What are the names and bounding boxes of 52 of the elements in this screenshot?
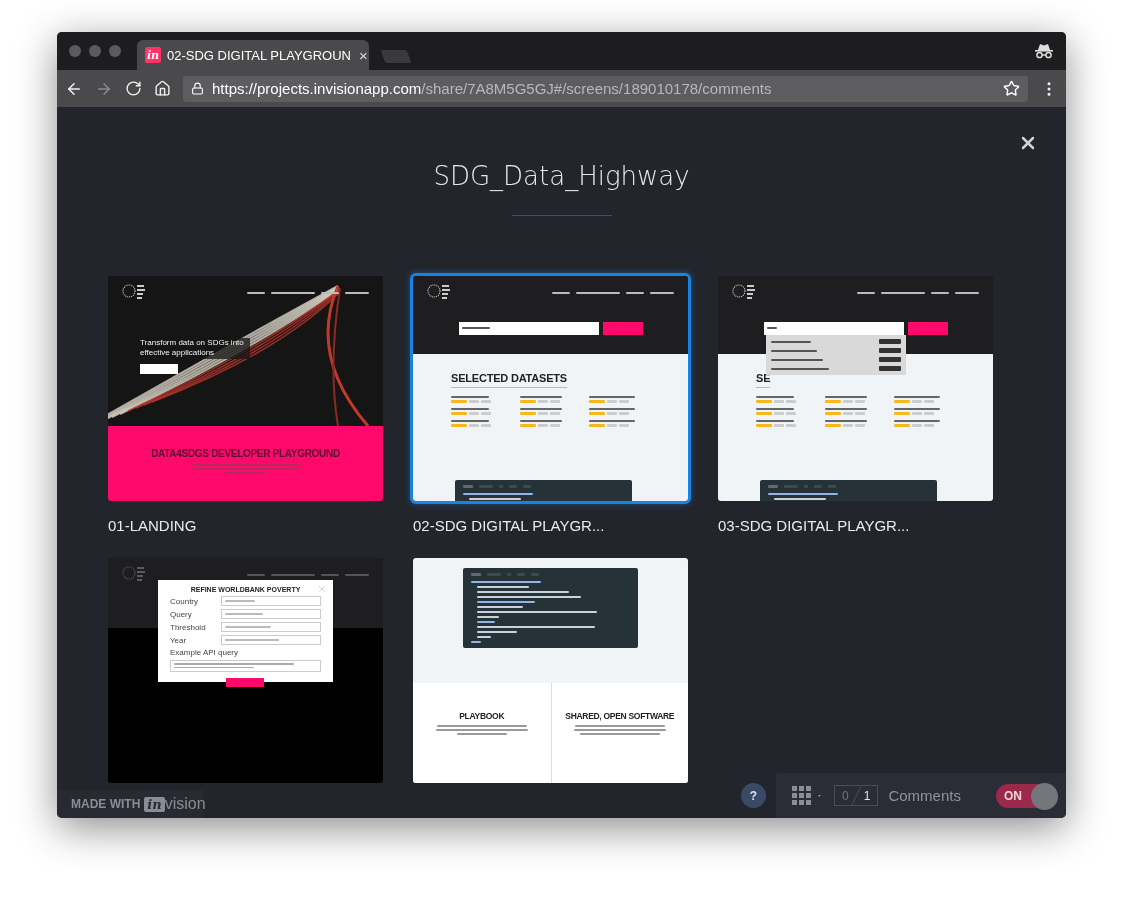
window-control[interactable] — [89, 45, 101, 57]
address-bar[interactable]: https://projects.invisionapp.com/share/7A8M5G5GJ#/screens/189010178/comments — [183, 75, 1028, 102]
project-title: SDG_Data_Highway — [433, 161, 690, 191]
lock-icon — [191, 82, 204, 95]
screen-label: 03-SDG DIGITAL PLAYGR... — [718, 517, 911, 534]
window-control[interactable] — [109, 45, 121, 57]
site-logo-icon — [732, 284, 756, 302]
comments-label: Comments — [888, 787, 961, 804]
input-field[interactable] — [221, 596, 321, 606]
site-logo-icon — [427, 284, 451, 302]
input-field[interactable] — [221, 635, 321, 645]
heading: DATA4SDGS DEVELOPER PLAYGROUND — [151, 448, 340, 459]
field-label: Year — [170, 635, 187, 645]
screen-label: 01-LANDING — [108, 517, 198, 534]
search-button[interactable] — [907, 322, 948, 335]
tab-title: 02-SDG DIGITAL PLAYGROUN — [167, 47, 351, 63]
tagline: Transform data on SDGs into effective applications — [140, 338, 250, 359]
search-button[interactable] — [602, 322, 643, 335]
field-label: Country — [170, 596, 198, 606]
comment-counter: 0 1 — [834, 785, 879, 806]
search-field[interactable] — [763, 322, 904, 335]
site-logo: in — [145, 47, 161, 63]
reload-icon[interactable] — [125, 80, 142, 97]
new-tab-button[interactable] — [380, 50, 412, 63]
close-icon[interactable] — [317, 584, 327, 594]
screen-thumbnail[interactable]: PLAYBOOK SHARED, OPEN SOFTWARE — [413, 558, 688, 783]
screen-thumbnail[interactable]: Transform data on SDGs into effective applications DATA4SDGS DEVELOPER PLAYGROUND — [108, 276, 383, 501]
incognito-icon — [1034, 43, 1054, 59]
close-tab-button[interactable]: × — [356, 46, 370, 64]
made-with-badge[interactable]: MADE WITH in vision — [57, 790, 203, 818]
section-title: PLAYBOOK — [459, 711, 505, 721]
grid-menu-icon[interactable] — [792, 784, 824, 807]
query-field[interactable] — [170, 660, 321, 672]
input-field[interactable] — [221, 609, 321, 619]
site-logo-icon — [122, 566, 146, 584]
bookmark-star-icon[interactable] — [1003, 80, 1020, 97]
site-logo-icon — [122, 284, 146, 302]
section-title: SHARED, OPEN SOFTWARE — [565, 711, 675, 721]
screen-thumbnail[interactable]: SELECTED DATASETS — [413, 276, 688, 501]
screen-label: 02-SDG DIGITAL PLAYGR... — [413, 517, 606, 534]
browser-tab[interactable]: in 02-SDG DIGITAL PLAYGROUN × — [137, 40, 369, 70]
field-label: Threshold — [170, 622, 206, 632]
field-label: Query — [170, 609, 192, 619]
home-icon[interactable] — [154, 80, 171, 97]
heading: SELECTED DATASETS — [451, 372, 567, 388]
comments-toggle[interactable]: ON — [996, 783, 1056, 808]
help-button[interactable]: ? — [741, 783, 766, 808]
field-label: Example API query — [170, 648, 240, 657]
more-button[interactable] — [140, 363, 178, 374]
input-field[interactable] — [221, 622, 321, 632]
search-field[interactable] — [458, 322, 599, 335]
window-control[interactable] — [69, 45, 81, 57]
